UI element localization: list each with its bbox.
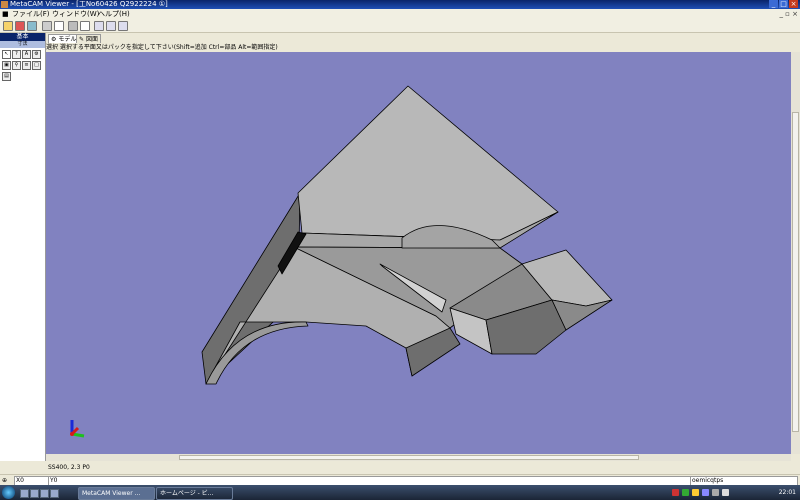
horizontal-scroll-thumb[interactable] (179, 455, 639, 460)
panel-header[interactable]: 基本 (0, 33, 45, 41)
quicklaunch-desktop-icon[interactable] (20, 489, 29, 498)
help-pointer-icon[interactable]: ? (12, 50, 21, 59)
gear-icon[interactable]: ⚙ (32, 50, 41, 59)
tray-network-icon[interactable] (682, 489, 689, 496)
printer-icon[interactable] (68, 21, 78, 31)
part-top-face (297, 85, 559, 241)
task-metacam[interactable]: MetaCAM Viewer ... (78, 487, 155, 500)
layers-icon[interactable]: ▤ (2, 72, 11, 81)
text-icon[interactable]: A (22, 50, 31, 59)
model-icon: ⚙ (51, 36, 57, 43)
view-icon[interactable]: ▣ (2, 61, 11, 70)
status-bar: SS400, 2.3 P0 (46, 461, 800, 474)
tab-model-label: モデル (58, 36, 77, 43)
tray-ime-icon[interactable] (702, 489, 709, 496)
tab-drawing-label: 図面 (85, 36, 98, 43)
taskbar: MetaCAM Viewer ... ホームページ - ビ... 22:01 (0, 485, 800, 500)
hint-text: 選択 選択する平面又はパックを指定して下さい(Shift=追加 Ctrl=部品 … (46, 43, 800, 52)
doc-menu-icon[interactable]: ■ (2, 9, 9, 19)
app-icon (1, 1, 8, 8)
zoom-icon[interactable] (94, 21, 104, 31)
save-icon[interactable] (15, 21, 25, 31)
main-toolbar (0, 19, 800, 33)
quicklaunch-media-icon[interactable] (50, 489, 59, 498)
task-metacam-label: MetaCAM Viewer ... (82, 490, 141, 497)
rotate-icon[interactable] (118, 21, 128, 31)
taskbar-clock[interactable]: 22:01 (779, 485, 796, 500)
view-tabs: ⚙ モデル ✎ 図面 (46, 33, 800, 44)
material-info: SS400, 2.3 P0 (48, 464, 90, 471)
tray-antivirus-icon[interactable] (672, 489, 679, 496)
vertical-scrollbar[interactable] (791, 52, 800, 454)
menu-bar: ■ ファイル(F) ウィンドウ(W) ヘルプ(H) _ ▫ × (0, 9, 800, 19)
model-viewport[interactable] (46, 52, 791, 454)
system-tray: 22:01 (670, 485, 800, 500)
measure-icon[interactable] (106, 21, 116, 31)
mdi-window-buttons[interactable]: _ ▫ × (779, 9, 798, 19)
start-button[interactable] (2, 486, 15, 499)
page-icon[interactable] (80, 21, 90, 31)
menu-file[interactable]: ファイル(F) (12, 9, 50, 19)
window-titlebar: MetaCAM Viewer - [工No60426 Q2922224 ①] _… (0, 0, 800, 9)
copy-icon[interactable] (54, 21, 64, 31)
select-arrow-icon[interactable]: ↖ (2, 50, 11, 59)
left-panel: 基本 寸法 ↖ ? A ⚙ ▣ ⚲ ≡ □ ▤ (0, 33, 46, 461)
print-icon[interactable] (42, 21, 52, 31)
maximize-button[interactable]: □ (779, 0, 788, 8)
horizontal-scrollbar[interactable] (46, 454, 791, 461)
task-homepage[interactable]: ホームページ - ビ... (156, 487, 233, 500)
menu-help[interactable]: ヘルプ(H) (98, 9, 130, 19)
menu-window[interactable]: ウィンドウ(W) (52, 9, 99, 19)
quicklaunch-folder-icon[interactable] (40, 489, 49, 498)
part-model-3d (70, 85, 613, 438)
minimize-button[interactable]: _ (769, 0, 778, 8)
list-icon[interactable]: ≡ (22, 61, 31, 70)
task-homepage-label: ホームページ - ビ... (160, 490, 214, 497)
tray-help-icon[interactable] (712, 489, 719, 496)
vertical-scroll-thumb[interactable] (792, 112, 799, 432)
tray-volume-icon[interactable] (692, 489, 699, 496)
close-button[interactable]: × (789, 0, 798, 8)
folder-icon[interactable]: □ (32, 61, 41, 70)
quicklaunch-ie-icon[interactable] (30, 489, 39, 498)
tray-keyboard-icon[interactable] (722, 489, 729, 496)
axis-triad-icon (70, 420, 85, 438)
drawing-icon: ✎ (79, 36, 85, 43)
search-icon[interactable]: ⚲ (12, 61, 21, 70)
window-title: MetaCAM Viewer - [工No60426 Q2922224 ①] (10, 0, 168, 8)
tool-icon[interactable] (27, 21, 37, 31)
open-icon[interactable] (3, 21, 13, 31)
panel-subheader[interactable]: 寸法 (0, 41, 45, 48)
